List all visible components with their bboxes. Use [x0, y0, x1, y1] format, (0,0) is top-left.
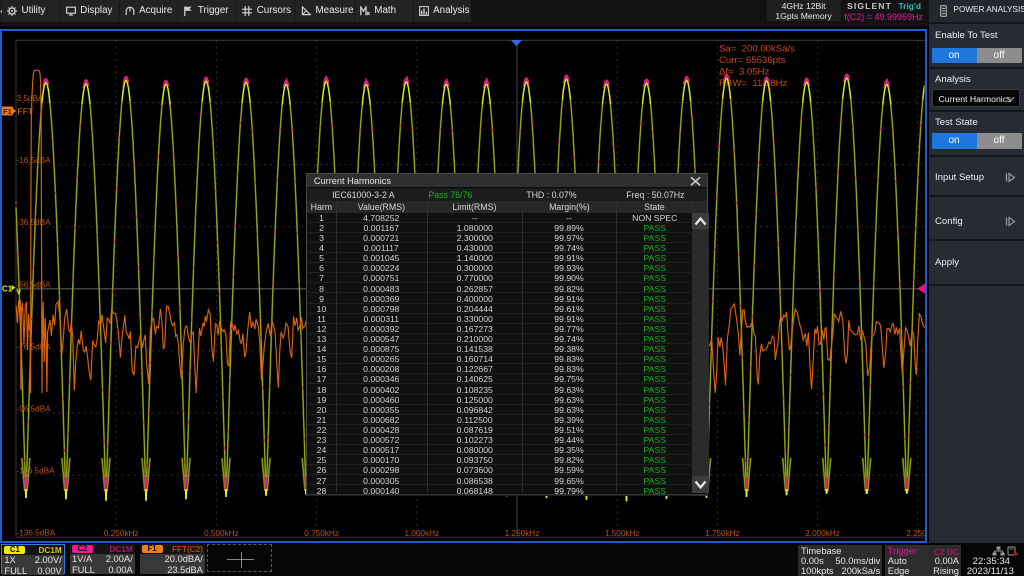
svg-text:-136.5dBA: -136.5dBA	[17, 529, 56, 538]
svg-text:C1: C1	[2, 285, 13, 294]
svg-text:0.500kHz: 0.500kHz	[204, 529, 239, 538]
svg-text:FFT: FFT	[18, 107, 34, 117]
svg-text:1.000kHz: 1.000kHz	[405, 529, 440, 538]
svg-text:2.000kHz: 2.000kHz	[805, 529, 840, 538]
svg-text:3.5dBA: 3.5dBA	[17, 94, 44, 103]
svg-text:Curr= 65536pts: Curr= 65536pts	[719, 55, 786, 66]
svg-text:1.500kHz: 1.500kHz	[605, 529, 640, 538]
svg-text:-16.5dBA: -16.5dBA	[17, 156, 52, 165]
svg-text:-56.5dBA: -56.5dBA	[17, 280, 52, 289]
svg-text:F1: F1	[3, 107, 12, 116]
svg-text:0.750kHz: 0.750kHz	[304, 529, 339, 538]
svg-text:v: v	[17, 287, 22, 296]
svg-text:1.750kHz: 1.750kHz	[705, 529, 740, 538]
svg-text:-96.5dBA: -96.5dBA	[17, 405, 52, 414]
svg-text:-36.5dBA: -36.5dBA	[17, 218, 52, 227]
svg-text:0.250kHz: 0.250kHz	[104, 529, 139, 538]
svg-text:1.250kHz: 1.250kHz	[505, 529, 540, 538]
svg-text:Sa= 200.00kSa/s: Sa= 200.00kSa/s	[719, 44, 795, 55]
